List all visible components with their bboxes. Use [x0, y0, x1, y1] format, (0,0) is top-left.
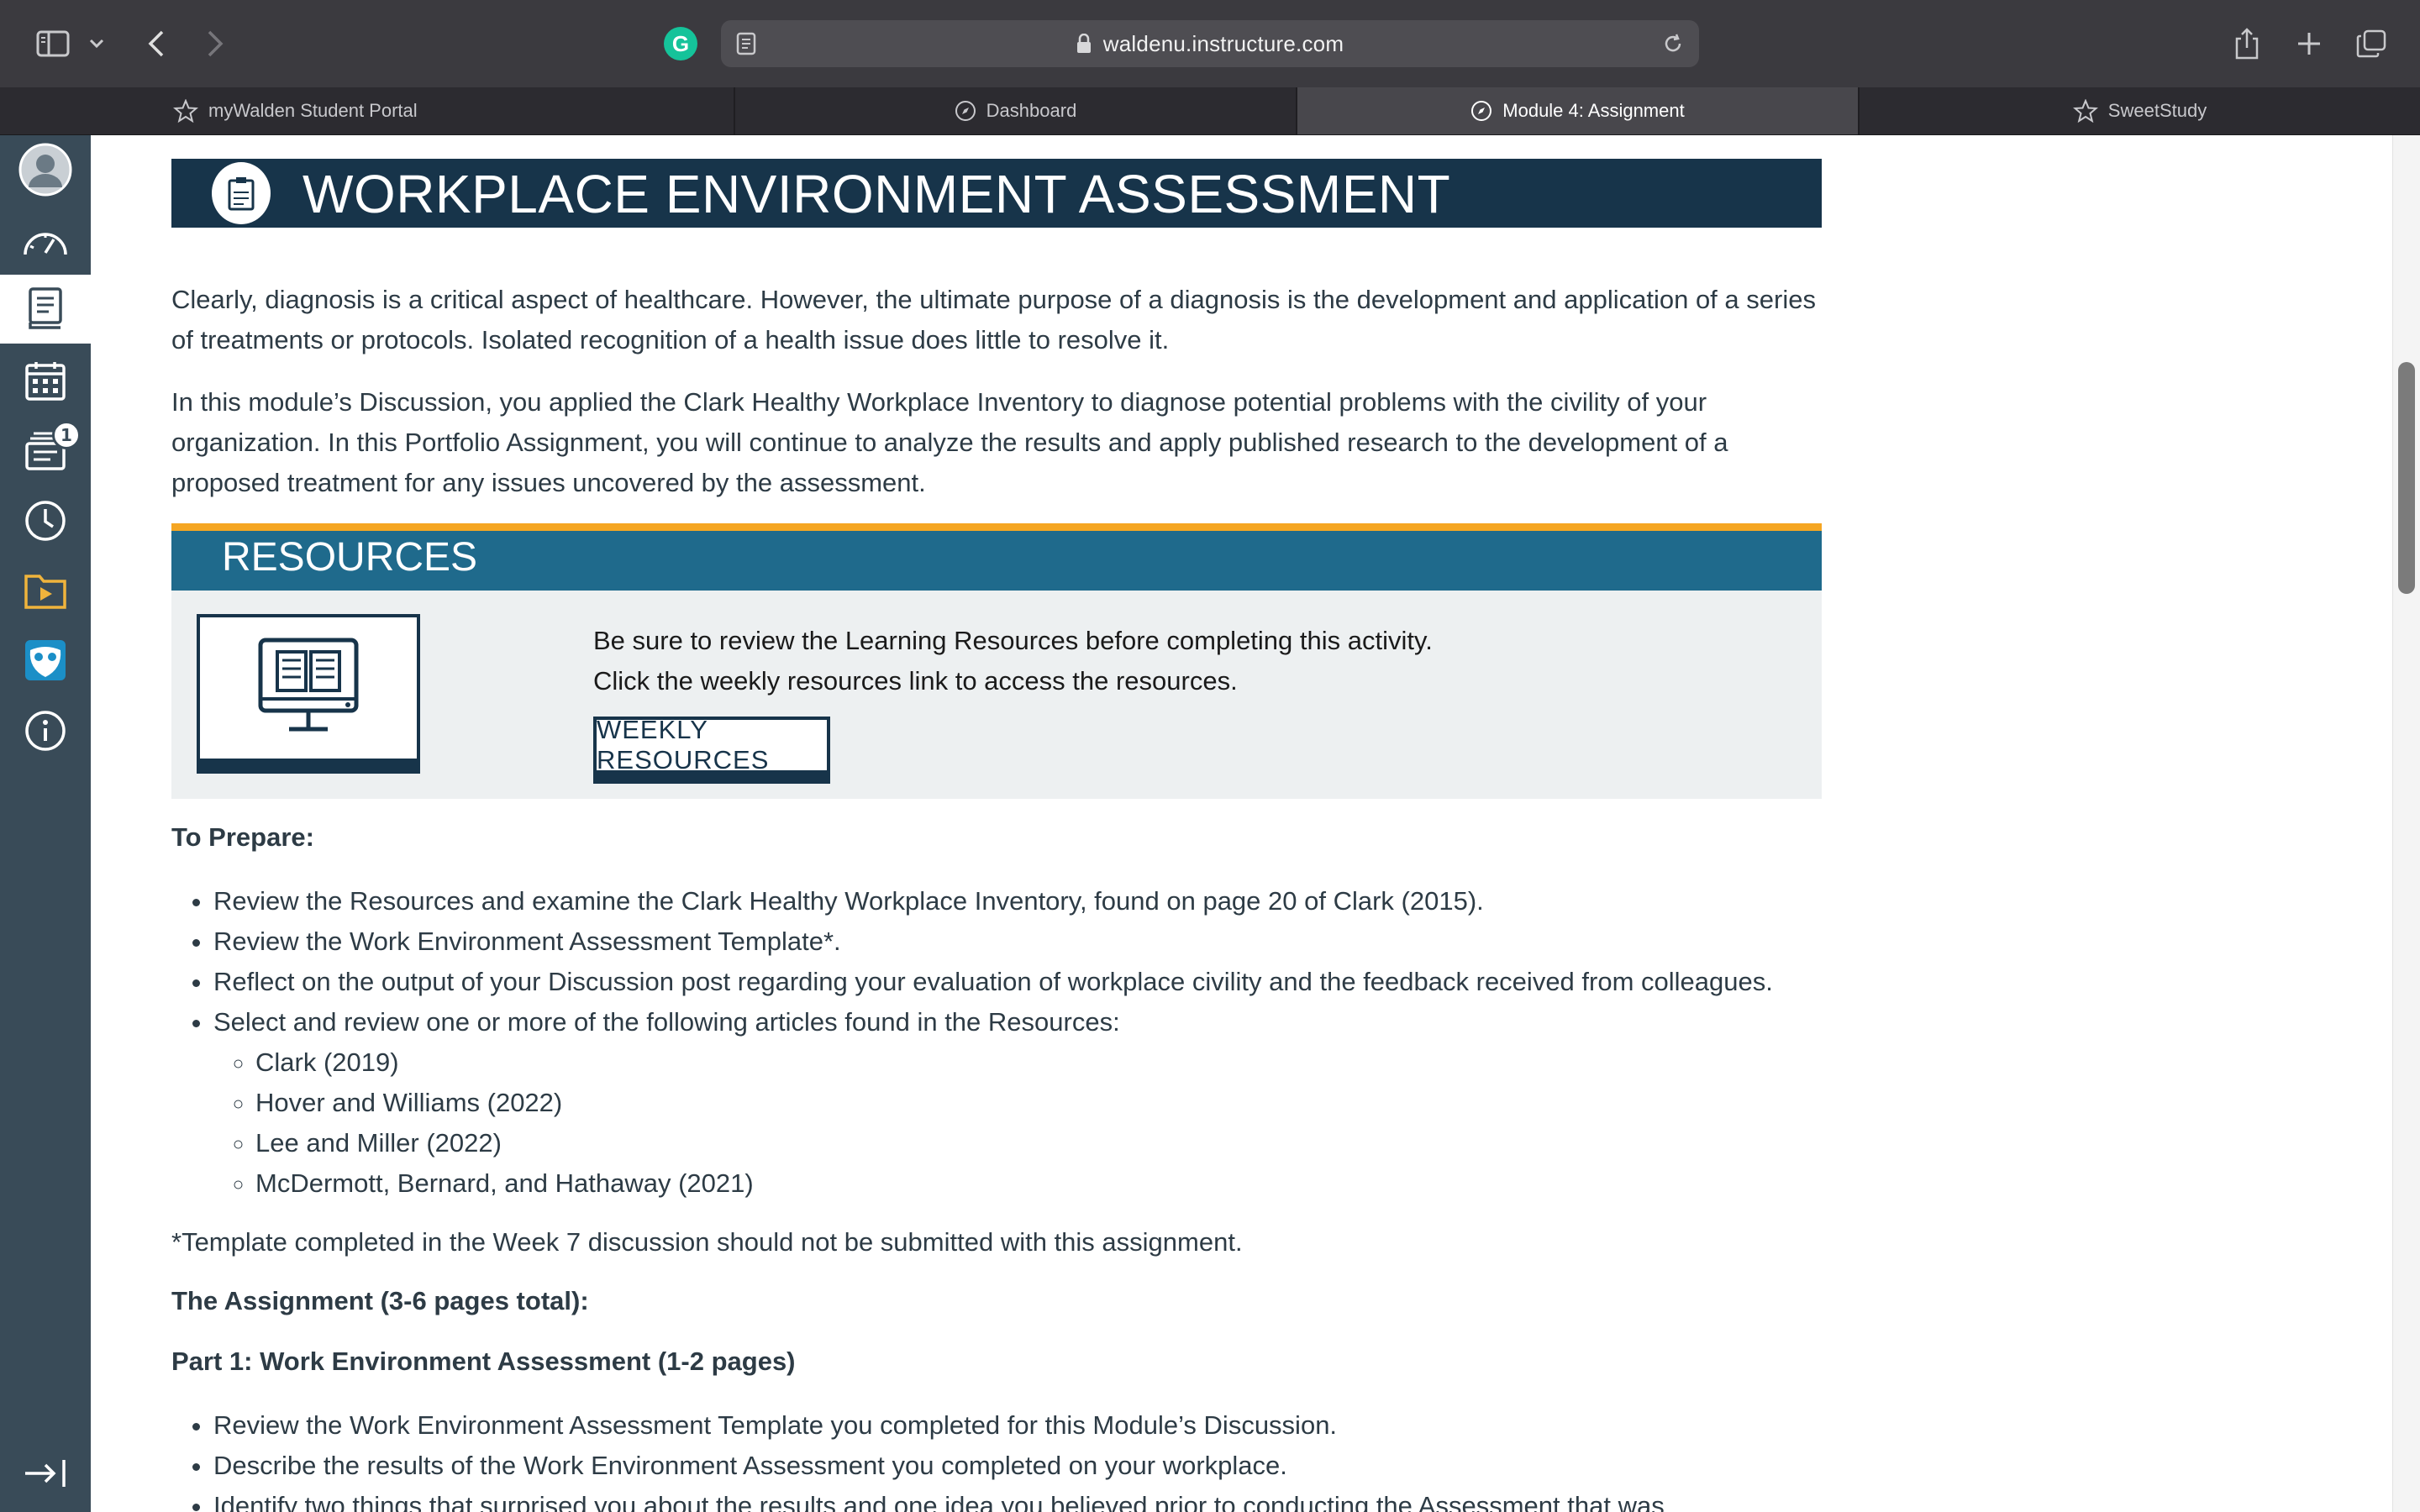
- calendar-nav[interactable]: [0, 347, 91, 416]
- help-nav[interactable]: [0, 696, 91, 765]
- list-item: Reflect on the output of your Discussion…: [213, 962, 1773, 1002]
- collapse-icon: [25, 1460, 66, 1487]
- new-tab-icon[interactable]: [2292, 24, 2326, 64]
- star-icon: [173, 99, 198, 123]
- forward-icon[interactable]: [198, 24, 232, 64]
- tab-sweetstudy[interactable]: SweetStudy: [1860, 87, 2420, 134]
- courses-nav[interactable]: [0, 275, 91, 344]
- page-title: WORKPLACE ENVIRONMENT ASSESSMENT: [302, 164, 1451, 224]
- list-item: Review the Resources and examine the Cla…: [213, 881, 1773, 921]
- tab-mywalden[interactable]: myWalden Student Portal: [0, 87, 735, 134]
- list-item: Describe the results of the Work Environ…: [213, 1446, 1665, 1486]
- media-nav[interactable]: [0, 555, 91, 624]
- clipboard-icon: [212, 162, 271, 224]
- list-item: Clark (2019): [255, 1042, 1773, 1083]
- chevron-down-icon[interactable]: [84, 24, 109, 64]
- inbox-nav[interactable]: 1: [0, 416, 91, 485]
- account-avatar[interactable]: [0, 135, 91, 204]
- reload-icon[interactable]: [1662, 32, 1684, 59]
- articles-list: Clark (2019) Hover and Williams (2022) L…: [213, 1042, 1773, 1204]
- main-content: WORKPLACE ENVIRONMENT ASSESSMENT Clearly…: [91, 135, 2393, 1512]
- speedometer-icon: [24, 233, 67, 255]
- folder-play-icon: [24, 575, 66, 609]
- list-item: Review the Work Environment Assessment T…: [213, 921, 1773, 962]
- intro-paragraph-2: In this module’s Discussion, you applied…: [171, 387, 1728, 497]
- resources-header: RESOURCES: [171, 523, 1822, 591]
- part1-heading: Part 1: Work Environment Assessment (1-2…: [171, 1347, 796, 1376]
- tab-bar: myWalden Student Portal Dashboard Module…: [0, 87, 2420, 135]
- scrollbar-thumb[interactable]: [2398, 362, 2415, 594]
- compass-icon: [1471, 101, 1492, 121]
- info-icon: [25, 711, 66, 751]
- share-icon[interactable]: [2230, 24, 2264, 64]
- part1-list: Review the Work Environment Assessment T…: [171, 1405, 1665, 1512]
- resources-text: Be sure to review the Learning Resources…: [593, 626, 1433, 696]
- history-nav[interactable]: [0, 486, 91, 555]
- owl-nav[interactable]: [0, 626, 91, 695]
- grammarly-icon[interactable]: G: [664, 27, 697, 60]
- global-nav: 1: [0, 135, 91, 1512]
- list-item: Identify two things that surprised you a…: [213, 1486, 1665, 1512]
- url-text: waldenu.instructure.com: [1102, 30, 1344, 56]
- template-note: *Template completed in the Week 7 discus…: [171, 1227, 1243, 1257]
- calendar-icon: [25, 362, 66, 401]
- weekly-resources-button[interactable]: WEEKLY RESOURCES: [593, 715, 830, 784]
- tab-overview-icon[interactable]: [2354, 24, 2388, 64]
- intro-paragraph-1: Clearly, diagnosis is a critical aspect …: [171, 285, 1816, 354]
- list-item: Select and review one or more of the fol…: [213, 1002, 1773, 1204]
- collapse-nav[interactable]: [0, 1439, 91, 1508]
- clock-icon: [25, 501, 66, 541]
- owl-icon: [25, 640, 66, 680]
- sidebar-toggle-icon[interactable]: [32, 24, 74, 64]
- tab-dashboard[interactable]: Dashboard: [735, 87, 1297, 134]
- book-icon: [29, 287, 62, 329]
- to-prepare-heading: To Prepare:: [171, 822, 314, 852]
- list-item: Hover and Williams (2022): [255, 1083, 1773, 1123]
- inbox-badge: 1: [52, 421, 81, 449]
- scrollbar[interactable]: [2392, 135, 2420, 1512]
- assignment-banner: WORKPLACE ENVIRONMENT ASSESSMENT: [171, 159, 1822, 228]
- user-icon: [18, 143, 72, 197]
- address-bar[interactable]: waldenu.instructure.com: [721, 20, 1699, 67]
- dashboard-nav[interactable]: [0, 207, 91, 276]
- resources-box: RESOURCES Be sure to review the Learning…: [171, 523, 1822, 799]
- list-item: Lee and Miller (2022): [255, 1123, 1773, 1163]
- tab-module-4-assignment[interactable]: Module 4: Assignment: [1297, 87, 1860, 134]
- list-item: Review the Work Environment Assessment T…: [213, 1405, 1665, 1446]
- browser-toolbar: G waldenu.instructure.com: [0, 0, 2420, 87]
- computer-book-icon: [197, 614, 420, 774]
- prepare-list: Review the Resources and examine the Cla…: [171, 881, 1773, 1204]
- star-icon: [2072, 99, 2098, 123]
- resources-title: RESOURCES: [222, 535, 478, 580]
- lock-icon: [1076, 34, 1091, 53]
- assignment-heading: The Assignment (3-6 pages total):: [171, 1286, 589, 1315]
- compass-icon: [955, 101, 976, 121]
- list-item: McDermott, Bernard, and Hathaway (2021): [255, 1163, 1773, 1204]
- back-icon[interactable]: [139, 24, 173, 64]
